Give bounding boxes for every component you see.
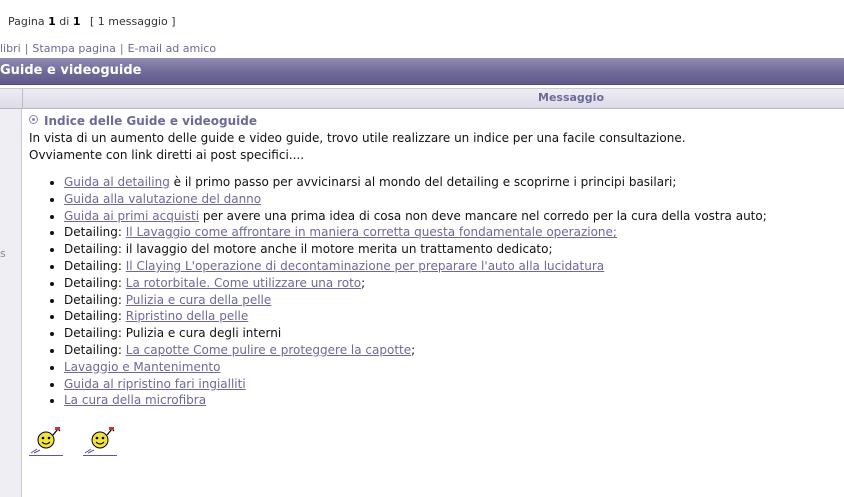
guide-list-item: Lavaggio e Mantenimento	[64, 359, 839, 376]
guide-link[interactable]: Il Claying L'operazione di decontaminazi…	[126, 259, 604, 273]
post-intro: In vista di un aumento delle guide e vid…	[29, 130, 839, 164]
item-prefix: Detailing:	[64, 258, 126, 273]
guide-link[interactable]: La rotorbitale. Come utilizzare una roto	[126, 276, 361, 290]
topic-title-bar: Guide e videoguide	[0, 57, 844, 85]
smiley-waving-icon	[29, 427, 63, 457]
pagination-of: di	[59, 15, 70, 28]
post-bullet-icon	[29, 115, 38, 124]
guide-list-item: Detailing: Pulizia e cura degli interni	[64, 325, 839, 342]
guide-list-item: Detailing: Il Lavaggio come affrontare i…	[64, 224, 839, 241]
post-title: Indice delle Guide e videoguide	[29, 114, 839, 128]
item-prefix: Detailing:	[64, 342, 126, 357]
guide-link[interactable]: Guida alla valutazione del danno	[64, 192, 261, 206]
guide-list-item: Detailing: Ripristino della pelle	[64, 308, 839, 325]
link-libri[interactable]: libri	[0, 42, 21, 55]
guide-link[interactable]: Il Lavaggio come affrontare in maniera c…	[126, 225, 617, 239]
guide-link[interactable]: La cura della microfibra	[64, 393, 206, 407]
pagination-info: Pagina 1 di 1 [ 1 messaggio ]	[8, 15, 176, 28]
guide-list-item: Detailing: il lavaggio del motore anche …	[64, 241, 839, 258]
smiley-row	[29, 427, 839, 457]
topic-actions: libri | Stampa pagina | E-mail ad amico	[0, 42, 216, 55]
guide-link[interactable]: Guida ai primi acquisti	[64, 209, 199, 223]
author-info-fragment: s	[0, 247, 6, 260]
item-prefix: Detailing:	[64, 275, 126, 290]
guide-link[interactable]: Lavaggio e Mantenimento	[64, 360, 220, 374]
guide-list-item: Detailing: Pulizia e cura della pelle	[64, 292, 839, 309]
post-title-text: Indice delle Guide e videoguide	[44, 114, 258, 128]
message-column-header: Messaggio	[538, 91, 604, 104]
pagination-prefix: Pagina	[8, 15, 45, 28]
item-suffix: ;	[411, 342, 416, 357]
pagination-current: 1	[48, 15, 56, 28]
guide-list-item: Detailing: La capotte Come pulire e prot…	[64, 342, 839, 359]
separator: |	[24, 42, 29, 55]
post-body: Indice delle Guide e videoguide In vista…	[29, 114, 839, 457]
item-prefix: Detailing: il lavaggio del motore anche …	[64, 242, 553, 257]
intro-line: In vista di un aumento delle guide e vid…	[29, 131, 686, 145]
guide-list-item: Guida ai primi acquisti per avere una pr…	[64, 208, 839, 225]
guide-list-item: Guida al detailing è il primo passo per …	[64, 174, 839, 191]
guide-list: Guida al detailing è il primo passo per …	[29, 174, 839, 409]
column-divider	[22, 89, 23, 108]
guide-list-item: Detailing: La rotorbitale. Come utilizza…	[64, 275, 839, 292]
guide-list-item: Detailing: Il Claying L'operazione di de…	[64, 258, 839, 275]
message-count: [ 1 messaggio ]	[90, 15, 176, 28]
guide-link[interactable]: Pulizia e cura della pelle	[126, 293, 272, 307]
author-column: s	[0, 109, 22, 497]
table-header: Messaggio	[0, 88, 844, 109]
item-prefix: Detailing:	[64, 225, 126, 240]
email-friend-link[interactable]: E-mail ad amico	[128, 42, 217, 55]
guide-list-item: Guida alla valutazione del danno	[64, 191, 839, 208]
guide-link[interactable]: Ripristino della pelle	[126, 309, 249, 323]
separator: |	[119, 42, 124, 55]
item-suffix: ;	[361, 275, 366, 290]
print-page-link[interactable]: Stampa pagina	[32, 42, 115, 55]
topic-title: Guide e videoguide	[0, 63, 142, 78]
intro-line: Ovviamente con link diretti ai post spec…	[29, 148, 305, 162]
guide-link[interactable]: Guida al ripristino fari ingialliti	[64, 377, 246, 391]
guide-link[interactable]: Guida al detailing	[64, 175, 170, 189]
item-prefix: Detailing:	[64, 292, 126, 307]
guide-link[interactable]: La capotte Come pulire e proteggere la c…	[126, 343, 411, 357]
item-suffix: per avere una prima idea di cosa non dev…	[199, 208, 767, 223]
guide-list-item: Guida al ripristino fari ingialliti	[64, 376, 839, 393]
pagination-total: 1	[72, 15, 81, 28]
item-suffix: è il primo passo per avvicinarsi al mond…	[169, 175, 677, 189]
item-prefix: Detailing: Pulizia e cura degli interni	[64, 326, 282, 341]
smiley-waving-icon	[83, 427, 117, 457]
guide-list-item: La cura della microfibra	[64, 392, 839, 409]
item-prefix: Detailing:	[64, 309, 126, 324]
